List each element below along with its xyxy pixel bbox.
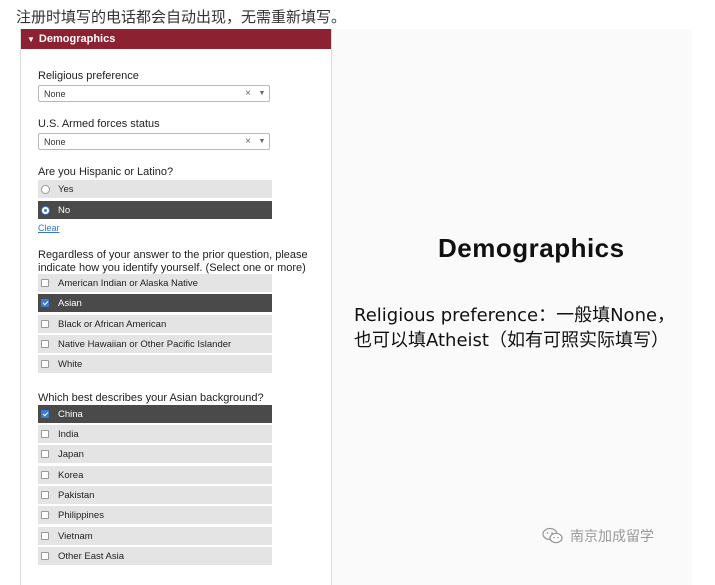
clear-x-icon[interactable]: ×	[241, 136, 255, 147]
radio-selected-icon[interactable]	[41, 205, 50, 215]
radio-icon[interactable]	[41, 184, 50, 194]
option-label: Japan	[58, 448, 84, 460]
explanation-line2: 也可以填Atheist（如有可照实际填写）	[354, 330, 669, 351]
option-label: Native Hawaiian or Other Pacific Islande…	[58, 338, 232, 350]
watermark: 南京加成留学	[542, 526, 654, 546]
checkbox-icon[interactable]	[41, 471, 49, 479]
option-label: China	[58, 408, 83, 420]
hispanic-option-yes[interactable]: Yes	[38, 180, 272, 199]
collapse-caret-icon: ▼	[27, 34, 35, 44]
race-option-american-indian[interactable]: American Indian or Alaska Native	[38, 274, 272, 293]
section-title: Demographics	[38, 33, 116, 45]
option-label: Asian	[58, 297, 82, 309]
clear-x-icon[interactable]: ×	[241, 88, 255, 99]
race-option-black[interactable]: Black or African American	[38, 315, 272, 334]
option-label: Philippines	[58, 509, 104, 521]
option-label: India	[58, 428, 79, 440]
armed-select[interactable]: None × ▼	[38, 133, 270, 150]
hispanic-option-no[interactable]: No	[38, 201, 272, 220]
checkbox-icon[interactable]	[41, 320, 49, 328]
checkbox-icon[interactable]	[41, 430, 49, 438]
option-label: No	[58, 204, 71, 216]
option-label: Black or African American	[58, 318, 167, 330]
religious-value: None	[44, 88, 66, 99]
race-option-white[interactable]: White	[38, 355, 272, 374]
religious-label: Religious preference	[38, 70, 139, 82]
checkbox-icon[interactable]	[41, 279, 49, 287]
checkbox-icon[interactable]	[41, 450, 49, 458]
asian-option-india[interactable]: India	[38, 425, 272, 444]
asian-option-pakistan[interactable]: Pakistan	[38, 486, 272, 505]
option-label: Yes	[58, 183, 74, 195]
dropdown-arrow-icon[interactable]: ▼	[255, 138, 269, 145]
checkbox-icon[interactable]	[41, 552, 49, 560]
asian-option-korea[interactable]: Korea	[38, 466, 272, 485]
option-label: White	[58, 358, 83, 370]
wechat-icon	[542, 527, 563, 544]
demographics-form: ▼ Demographics Religious preference None…	[20, 29, 332, 585]
asian-option-japan[interactable]: Japan	[38, 445, 272, 464]
race-option-asian[interactable]: Asian	[38, 294, 272, 313]
asian-option-other-east-asia[interactable]: Other East Asia	[38, 547, 272, 566]
option-label: Vietnam	[58, 530, 93, 542]
checkbox-checked-icon[interactable]	[41, 299, 49, 307]
watermark-text: 南京加成留学	[570, 529, 654, 545]
option-label: Korea	[58, 469, 84, 481]
checkbox-icon[interactable]	[41, 491, 49, 499]
explanation-text: Religious preference：一般填None， 也可以填Atheis…	[354, 303, 694, 353]
asian-label: Which best describes your Asian backgrou…	[38, 392, 264, 404]
checkbox-icon[interactable]	[41, 532, 49, 540]
explanation-line1: Religious preference：一般填None，	[354, 305, 676, 326]
asian-option-philippines[interactable]: Philippines	[38, 506, 272, 525]
armed-label: U.S. Armed forces status	[38, 118, 160, 130]
dropdown-arrow-icon[interactable]: ▼	[255, 90, 269, 97]
checkbox-icon[interactable]	[41, 511, 49, 519]
armed-value: None	[44, 136, 66, 147]
asian-option-china[interactable]: China	[38, 405, 272, 424]
asian-option-vietnam[interactable]: Vietnam	[38, 527, 272, 546]
race-label-line1: Regardless of your answer to the prior q…	[38, 249, 308, 261]
option-label: Other East Asia	[58, 550, 125, 562]
option-label: Pakistan	[58, 489, 95, 501]
option-label: American Indian or Alaska Native	[58, 277, 198, 289]
race-option-pacific-islander[interactable]: Native Hawaiian or Other Pacific Islande…	[38, 335, 272, 354]
checkbox-checked-icon[interactable]	[41, 410, 49, 418]
clear-link[interactable]: Clear	[38, 223, 60, 233]
hispanic-label: Are you Hispanic or Latino?	[38, 166, 174, 178]
top-note: 注册时填写的电话都会自动出现，无需重新填写。	[16, 8, 347, 26]
religious-select[interactable]: None × ▼	[38, 85, 270, 102]
checkbox-icon[interactable]	[41, 340, 49, 348]
section-header[interactable]: ▼ Demographics	[21, 29, 331, 49]
checkbox-icon[interactable]	[41, 360, 49, 368]
explanation-title: Demographics	[438, 233, 625, 263]
